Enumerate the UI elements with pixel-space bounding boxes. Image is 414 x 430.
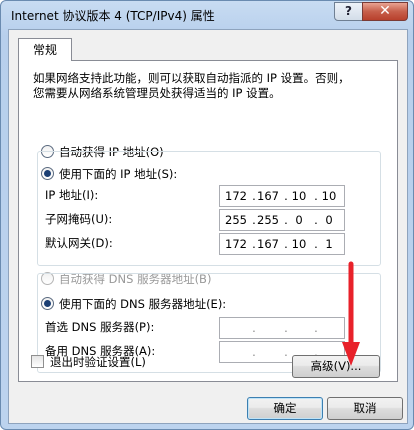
dot: .: [284, 345, 288, 359]
octet: 172: [225, 237, 247, 251]
validate-on-exit-label: 退出时验证设置(L): [50, 355, 146, 369]
validate-on-exit-checkbox[interactable]: 退出时验证设置(L): [31, 354, 146, 370]
octet: 167: [257, 189, 279, 203]
octet: 167: [257, 237, 279, 251]
description-text: 如果网络支持此功能，则可以获取自动指派的 IP 设置。否则， 您需要从网络系统管…: [33, 71, 350, 100]
preferred-dns-input[interactable]: . . .: [219, 317, 345, 339]
dialog-client-area: 常规 如果网络支持此功能，则可以获取自动指派的 IP 设置。否则， 您需要从网络…: [8, 29, 408, 424]
octet: 1: [325, 237, 333, 251]
window-title: Internet 协议版本 4 (TCP/IPv4) 属性: [11, 9, 215, 23]
checkbox-icon: [31, 355, 44, 368]
dns-manual-label: 使用下面的 DNS 服务器地址(E):: [59, 297, 227, 311]
default-gateway-label: 默认网关(D):: [45, 236, 113, 250]
cancel-button[interactable]: 取消: [327, 397, 403, 420]
ok-button[interactable]: 确定: [247, 397, 323, 420]
subnet-mask-input[interactable]: 255. 255. 0. 0: [219, 209, 345, 231]
ip-address-label: IP 地址(I):: [45, 188, 99, 202]
octet: 0: [295, 213, 303, 227]
dot: .: [314, 321, 318, 335]
dot: .: [252, 345, 256, 359]
ip-manual-radio[interactable]: 使用下面的 IP 地址(S):: [41, 166, 181, 182]
tab-general[interactable]: 常规: [18, 38, 72, 61]
title-bar[interactable]: Internet 协议版本 4 (TCP/IPv4) 属性 ? ✕: [1, 1, 413, 29]
octet: 0: [325, 213, 333, 227]
octet: 10: [321, 189, 337, 203]
tab-panel-general: 如果网络支持此功能，则可以获取自动指派的 IP 设置。否则， 您需要从网络系统管…: [18, 60, 398, 382]
subnet-mask-label: 子网掩码(U):: [45, 212, 113, 226]
close-icon: ✕: [379, 3, 391, 19]
help-button[interactable]: ?: [334, 2, 363, 21]
advanced-button[interactable]: 高级(V)...: [292, 355, 380, 378]
ip-manual-label: 使用下面的 IP 地址(S):: [59, 167, 178, 181]
preferred-dns-label: 首选 DNS 服务器(P):: [45, 320, 155, 334]
octet: 10: [291, 189, 307, 203]
close-button[interactable]: ✕: [362, 2, 408, 21]
radio-checked-icon: [41, 297, 54, 310]
default-gateway-input[interactable]: 172. 167. 10. 1: [219, 233, 345, 255]
dns-manual-radio[interactable]: 使用下面的 DNS 服务器地址(E):: [41, 296, 230, 312]
octet: 255: [225, 213, 247, 227]
ip-address-input[interactable]: 172. 167. 10. 10: [219, 185, 345, 207]
octet: 172: [225, 189, 247, 203]
dot: .: [252, 321, 256, 335]
radio-checked-icon: [41, 167, 54, 180]
octet: 255: [257, 213, 279, 227]
octet: 10: [291, 237, 307, 251]
dot: .: [284, 321, 288, 335]
dialog-window: Internet 协议版本 4 (TCP/IPv4) 属性 ? ✕ 常规 如果网…: [0, 0, 414, 430]
